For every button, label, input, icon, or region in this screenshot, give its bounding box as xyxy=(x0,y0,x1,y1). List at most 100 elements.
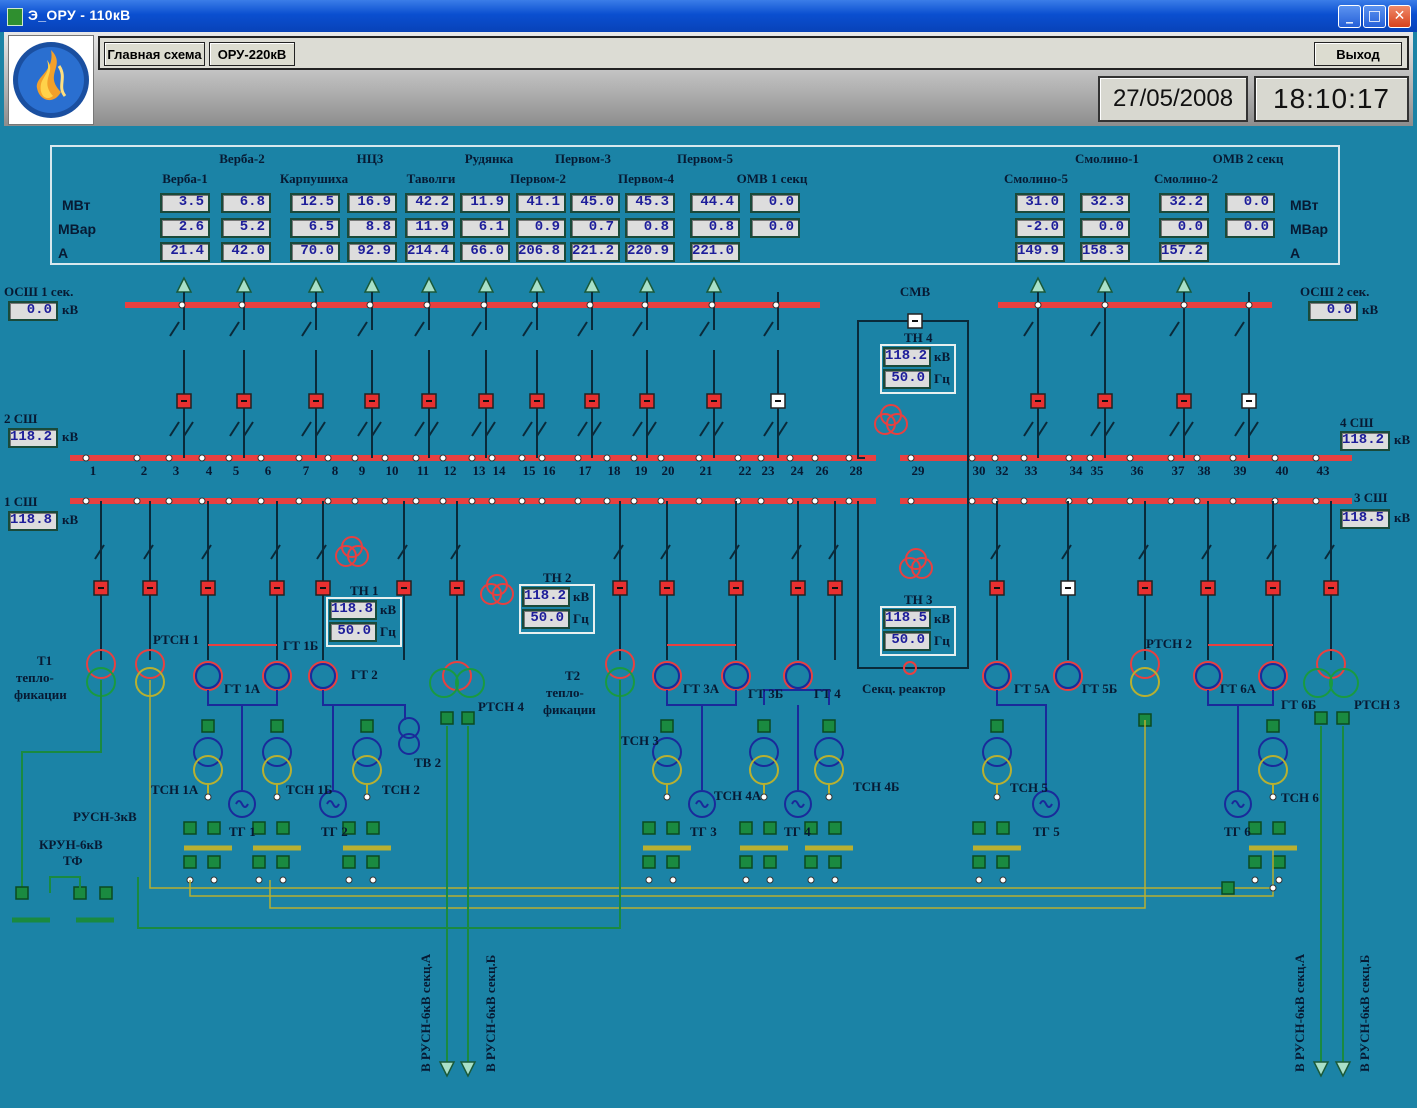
line-terminal xyxy=(1029,276,1047,293)
unit-label: Гц xyxy=(573,611,589,626)
window-title-bar[interactable]: Э_ОРУ - 110кВ _ □ ✕ xyxy=(0,0,1417,32)
tn-frequency: 50.0 xyxy=(522,609,570,629)
node-dot xyxy=(82,454,90,462)
node-dot xyxy=(1229,454,1237,462)
line-terminal xyxy=(307,276,325,293)
bus-2-label: 2 СШ xyxy=(4,411,38,426)
row-label-mvar-right: МВар xyxy=(1290,221,1329,237)
close-button[interactable]: ✕ xyxy=(1388,5,1411,28)
feeder-name-sub: Таволги xyxy=(406,171,456,186)
bus-disconnector xyxy=(1201,544,1212,560)
cell-number: 4 xyxy=(205,463,213,478)
transformer-winding xyxy=(264,663,290,689)
aux-breaker xyxy=(276,855,290,869)
aux-breaker xyxy=(270,719,284,733)
breaker-mark xyxy=(664,587,670,589)
scheme-label: РТСН 1 xyxy=(153,632,200,647)
output-arrow xyxy=(459,1061,477,1078)
amps-value: 221.2 xyxy=(570,242,620,262)
node-dot xyxy=(518,497,526,505)
bus-disconnector xyxy=(828,544,839,560)
feeder-name-sub: Смолино-5 xyxy=(1003,171,1069,186)
aux-breaker xyxy=(207,821,221,835)
node-dot xyxy=(1034,301,1042,309)
mvar-value: 11.9 xyxy=(405,218,455,238)
transformer-winding xyxy=(193,755,223,785)
transformer-winding xyxy=(352,737,382,767)
aux-breaker xyxy=(1266,719,1280,733)
aux-breaker xyxy=(1272,855,1286,869)
node-dot xyxy=(1086,454,1094,462)
transformer-winding xyxy=(984,663,1010,689)
node-dot xyxy=(1193,454,1201,462)
cell-number: 33 xyxy=(1024,463,1038,478)
cell-number: 16 xyxy=(542,463,556,478)
main-scheme-button[interactable]: Главная схема xyxy=(104,42,205,66)
cell-number: 3 xyxy=(172,463,180,478)
mvar-value: 0.8 xyxy=(625,218,675,238)
bus-disconnector xyxy=(763,421,774,437)
node-dot xyxy=(1086,497,1094,505)
bypass-bus-2-voltage: 0.0 xyxy=(1308,301,1358,321)
bus-3-voltage: 118.5 xyxy=(1340,509,1390,529)
node-dot xyxy=(760,793,768,801)
oru220-button[interactable]: ОРУ-220кВ xyxy=(209,42,295,66)
breaker-mark xyxy=(205,587,211,589)
bus-disconnector xyxy=(201,544,212,560)
breaker-mark xyxy=(994,587,1000,589)
scheme-label: ГТ 3А xyxy=(683,681,720,696)
breaker-mark xyxy=(181,400,187,402)
node-dot xyxy=(766,876,774,884)
breaker-mark xyxy=(147,587,153,589)
bypass-disconnector xyxy=(577,321,588,337)
bus-disconnector xyxy=(414,421,425,437)
cell-number: 32 xyxy=(995,463,1009,478)
aux-breaker xyxy=(99,886,113,900)
scheme-label: ТСН 5 xyxy=(1010,780,1048,795)
amps-value: 66.0 xyxy=(460,242,510,262)
maximize-button[interactable]: □ xyxy=(1363,5,1386,28)
node-dot xyxy=(165,454,173,462)
node-dot xyxy=(991,454,999,462)
cell-number: 36 xyxy=(1130,463,1144,478)
mvar-value: 6.5 xyxy=(290,218,340,238)
mvar-value: 0.9 xyxy=(516,218,566,238)
scheme-label: ТСН 1Б xyxy=(286,782,333,797)
breaker-mark xyxy=(1270,587,1276,589)
amps-value: 206.8 xyxy=(516,242,566,262)
node-dot xyxy=(1180,301,1188,309)
transformer-winding xyxy=(262,661,292,691)
unit-label: кВ xyxy=(1362,302,1379,317)
mw-value: 12.5 xyxy=(290,193,340,213)
cell-number: 13 xyxy=(472,463,486,478)
aux-breaker xyxy=(366,821,380,835)
node-dot xyxy=(324,454,332,462)
feeder-name-sub: Первом-2 xyxy=(510,171,566,186)
exit-button[interactable]: Выход xyxy=(1314,42,1402,66)
bypass-disconnector xyxy=(357,321,368,337)
bus-disconnector xyxy=(371,421,382,437)
node-dot xyxy=(1269,884,1277,892)
minimize-button[interactable]: _ xyxy=(1338,5,1361,28)
tn-frequency: 50.0 xyxy=(883,369,931,389)
aux-breaker xyxy=(366,855,380,869)
node-dot xyxy=(1167,454,1175,462)
node-dot xyxy=(351,454,359,462)
transformer-winding xyxy=(1195,663,1221,689)
node-dot xyxy=(1126,454,1134,462)
unit-label: Гц xyxy=(934,371,950,386)
row-label-mvar: МВар xyxy=(58,221,97,237)
node-dot xyxy=(772,301,780,309)
scheme-label: ГТ 2 xyxy=(351,667,378,682)
aux-breaker xyxy=(183,855,197,869)
node-dot xyxy=(257,497,265,505)
scheme-label: РТСН 3 xyxy=(1354,697,1401,712)
bypass-bus-1-label: ОСШ 1 сек. xyxy=(4,284,74,299)
node-dot xyxy=(273,793,281,801)
bypass-disconnector xyxy=(169,321,180,337)
cell-number: 17 xyxy=(578,463,592,478)
node-dot xyxy=(345,876,353,884)
node-dot xyxy=(204,793,212,801)
mw-value: 0.0 xyxy=(750,193,800,213)
scheme-label: ТСН 3 xyxy=(621,733,659,748)
